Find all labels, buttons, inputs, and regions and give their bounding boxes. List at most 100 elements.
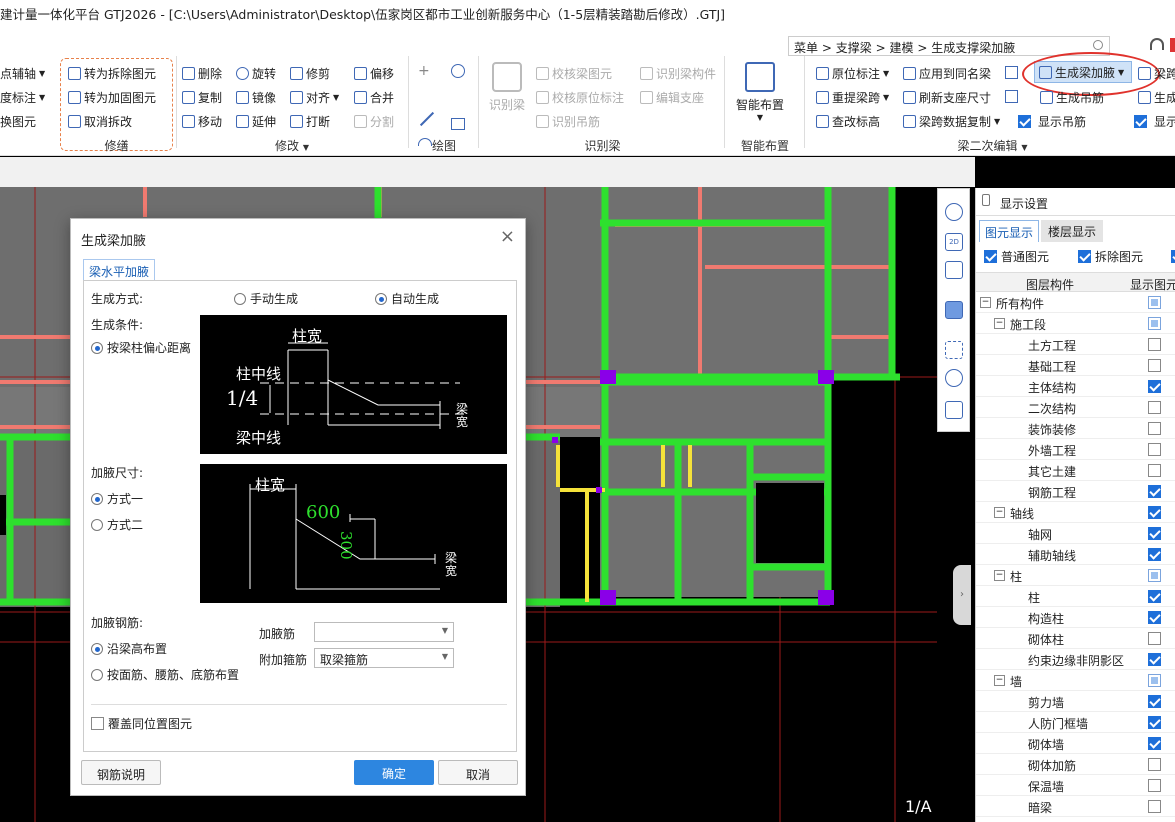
show-partial-checkbox[interactable] [1134,115,1147,128]
tree-collapse-icon[interactable]: − [980,297,991,308]
tree-row[interactable]: 其它土建 [976,460,1175,481]
tree-row[interactable]: 二次结构 [976,397,1175,418]
tree-row[interactable]: 钢筋工程 [976,481,1175,502]
tree-row-checkbox[interactable] [1148,296,1161,309]
tree-row[interactable]: − 柱 [976,565,1175,586]
demolish-element-checkbox[interactable] [1078,250,1091,263]
3d-box-icon[interactable] [945,261,963,279]
rebar-opt1-radio[interactable]: 沿梁高布置 [91,640,167,657]
method-auto-radio[interactable]: 自动生成 [375,290,439,307]
tree-row[interactable]: 辅助轴线 [976,544,1175,565]
tree-collapse-icon[interactable]: − [994,507,1005,518]
inplace-annotation-button[interactable]: 原位标注 ▼ [816,65,889,82]
breadcrumb-item-modeling[interactable]: 建模 [889,41,913,55]
tree-row-checkbox[interactable] [1148,674,1161,687]
grid-small-icon-2[interactable] [1005,90,1018,103]
identify-beam-button[interactable]: 识别梁 [485,60,529,120]
delete-button[interactable]: 删除 [182,65,222,82]
tree-row[interactable]: − 所有构件 [976,292,1175,313]
tree-row-checkbox[interactable] [1148,716,1161,729]
show-hanger-checkbox[interactable] [1018,115,1031,128]
degree-annotate-button[interactable]: 度标注 ▼ [0,89,45,106]
ok-button[interactable]: 确定 [354,760,434,785]
tree-row[interactable]: 砌体柱 [976,628,1175,649]
cond-option-radio[interactable]: 按梁柱偏心距离 [91,339,191,356]
tree-row[interactable]: 轴网 [976,523,1175,544]
tree-collapse-icon[interactable]: − [994,570,1005,581]
overwrite-checkbox[interactable] [91,717,104,730]
tree-row[interactable]: 保温墙 [976,775,1175,796]
tree-row-checkbox[interactable] [1148,632,1161,645]
manual-radio-circle[interactable] [234,293,246,305]
tree-row-checkbox[interactable] [1148,359,1161,372]
break-button[interactable]: 打断 [290,113,330,130]
merge-button[interactable]: 合并 [354,89,394,106]
tree-row-checkbox[interactable] [1148,653,1161,666]
mirror-button[interactable]: 镜像 [236,89,276,106]
pin-icon[interactable] [982,194,990,206]
headset-icon[interactable] [1150,38,1164,50]
tree-row-checkbox[interactable] [1148,800,1161,813]
tree-row[interactable]: 暗梁 [976,796,1175,817]
rotate-button[interactable]: 旋转 [236,65,276,82]
cond-radio-circle[interactable] [91,342,103,354]
grid-small-icon[interactable] [1005,66,1018,79]
tab-element-display[interactable]: 图元显示 [979,220,1039,242]
swap-element-button[interactable]: 换图元 [0,113,36,130]
tree-row-checkbox[interactable] [1148,485,1161,498]
tree-row-checkbox[interactable] [1148,401,1161,414]
tree-row-checkbox[interactable] [1148,611,1161,624]
globe-view-icon[interactable] [945,203,963,221]
tree-row-checkbox[interactable] [1148,338,1161,351]
tree-row[interactable]: − 施工段 [976,313,1175,334]
span-data-copy-button[interactable]: 梁跨数据复制 ▼ [903,113,1000,130]
tab-floor-display[interactable]: 楼层显示 [1041,220,1103,242]
tree-row-checkbox[interactable] [1148,779,1161,792]
show-partial-toggle[interactable]: 显示 [1134,113,1175,130]
tree-row[interactable]: 约束边缘非阴影区 [976,649,1175,670]
beam-span-button[interactable]: 梁跨 [1138,65,1175,82]
stirrup-select[interactable]: 取梁箍筋 ▼ [314,648,454,668]
dialog-close-icon[interactable]: × [500,226,515,247]
move-button[interactable]: 移动 [182,113,222,130]
breadcrumb-item-support-beam[interactable]: 支撑梁 [836,41,872,55]
tree-collapse-icon[interactable]: − [994,318,1005,329]
apply-same-name-button[interactable]: 应用到同名梁 [903,65,991,82]
tree-row-checkbox[interactable] [1148,443,1161,456]
circle-draw-icon[interactable] [451,64,465,78]
fullscreen-icon[interactable] [945,341,963,359]
trim-button[interactable]: 修剪 [290,65,330,82]
tree-row[interactable]: 剪力墙 [976,691,1175,712]
smart-layout-button[interactable]: 智能布置 ▼ [730,60,790,132]
cancel-button[interactable]: 取消 [438,760,518,785]
haunch-bar-select[interactable]: ▼ [314,622,454,642]
breadcrumb-item-menu[interactable]: 菜单 [794,41,818,55]
refresh-support-button[interactable]: 刷新支座尺寸 [903,89,991,106]
extend-button[interactable]: 延伸 [236,113,276,130]
tree-row[interactable]: 主体结构 [976,376,1175,397]
overwrite-checkbox-row[interactable]: 覆盖同位置图元 [91,715,192,732]
tree-row[interactable]: 基础工程 [976,355,1175,376]
check-normal-element[interactable]: 普通图元 [984,248,1049,265]
check-demolish-element[interactable]: 拆除图元 [1078,248,1143,265]
tree-row[interactable]: 外墙工程 [976,439,1175,460]
tree-row-checkbox[interactable] [1148,695,1161,708]
convert-demolish-button[interactable]: 转为拆除图元 [68,65,156,82]
auto-radio-circle[interactable] [375,293,387,305]
show-hanger-toggle[interactable]: 显示吊筋 [1018,113,1086,130]
copy-button[interactable]: 复制 [182,89,222,106]
tree-row-checkbox[interactable] [1148,506,1161,519]
tree-row-checkbox[interactable] [1148,569,1161,582]
tree-row-checkbox[interactable] [1148,422,1161,435]
identify-hanger-button[interactable]: 识别吊筋 [536,113,600,130]
rebar-help-button[interactable]: 钢筋说明 [81,760,161,785]
list-settings-icon[interactable] [945,401,963,419]
tree-row-checkbox[interactable] [1148,527,1161,540]
tree-row[interactable]: 土方工程 [976,334,1175,355]
tree-row[interactable]: − 墙 [976,670,1175,691]
tree-row[interactable]: 构造柱 [976,607,1175,628]
rebar-opt2-radio[interactable]: 按面筋、腰筋、底筋布置 [91,666,239,683]
rect-draw-icon[interactable] [451,118,465,130]
tree-row-checkbox[interactable] [1148,548,1161,561]
point-aux-axis-button[interactable]: 点辅轴 ▼ [0,65,45,82]
